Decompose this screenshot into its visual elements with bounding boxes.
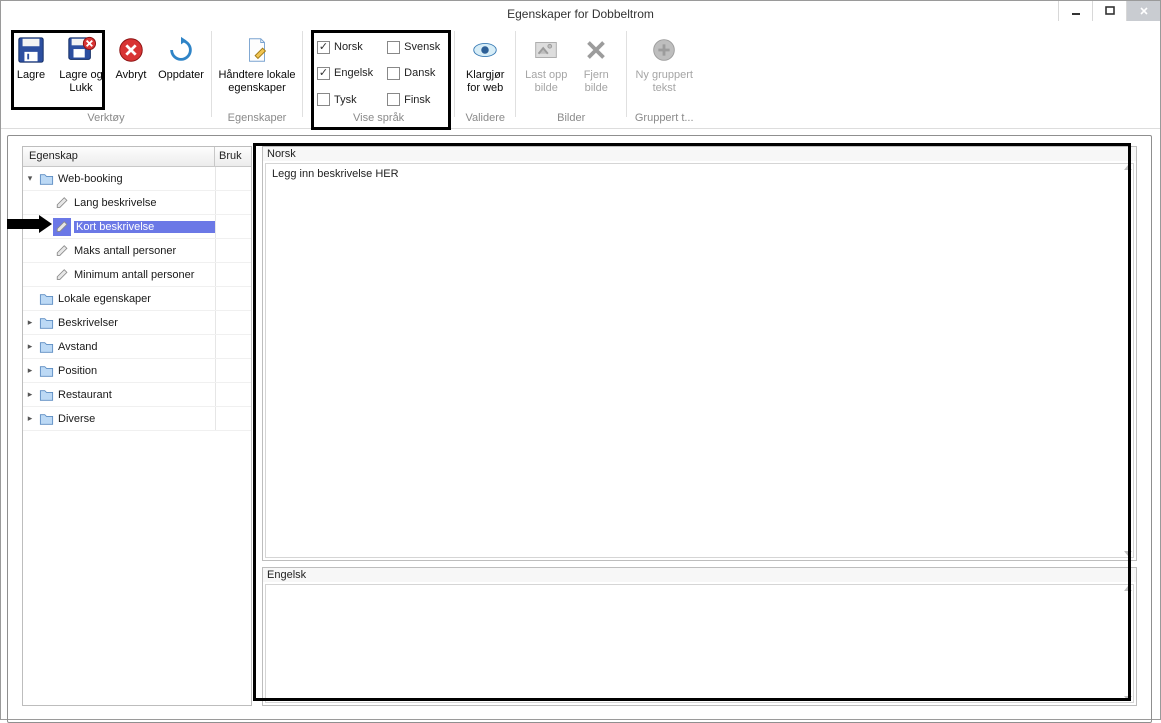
folder-icon (37, 170, 55, 188)
save-button[interactable]: Lagre (7, 31, 55, 112)
tree-node-web-booking[interactable]: ▾ Web-booking (23, 167, 251, 191)
property-tree: Egenskap Bruk ▾ Web-booking Lang beskriv… (22, 146, 252, 706)
floppy-close-icon (64, 33, 98, 67)
checkbox-icon (317, 67, 330, 80)
folder-icon (37, 338, 55, 356)
collapse-icon[interactable]: ▾ (23, 173, 37, 184)
eye-icon (468, 33, 502, 67)
cancel-button[interactable]: Avbryt (107, 31, 155, 112)
tree-leaf-min-personer[interactable]: Minimum antall personer (23, 263, 251, 287)
ribbon-group-bilder: Last opp bilde Fjern bilde Bilder (518, 31, 624, 128)
floppy-icon (14, 33, 48, 67)
ribbon-group-egenskaper: Håndtere lokale egenskaper Egenskaper (214, 31, 300, 128)
lang-engelsk-checkbox[interactable]: Engelsk (317, 63, 373, 83)
cancel-icon (114, 33, 148, 67)
checkbox-icon (387, 41, 400, 54)
checkbox-icon (317, 93, 330, 106)
expand-icon[interactable]: ▸ (23, 317, 37, 328)
tree-node-avstand[interactable]: ▸ Avstand (23, 335, 251, 359)
minimize-button[interactable] (1058, 1, 1092, 21)
lang-norsk-checkbox[interactable]: Norsk (317, 37, 373, 57)
remove-image-button: Fjern bilde (572, 31, 620, 112)
editor-engelsk-label: Engelsk (263, 568, 1136, 582)
lang-tysk-checkbox[interactable]: Tysk (317, 90, 373, 110)
scroll-indicator (1124, 165, 1132, 556)
tree-header-use: Bruk (215, 147, 251, 166)
expand-icon[interactable]: ▸ (23, 389, 37, 400)
tree-node-diverse[interactable]: ▸ Diverse (23, 407, 251, 431)
save-close-button[interactable]: Lagre og Lukk (57, 31, 105, 112)
tree-header-property: Egenskap (23, 147, 215, 166)
add-icon (647, 33, 681, 67)
checkbox-icon (387, 67, 400, 80)
pencil-icon (53, 194, 71, 212)
ribbon: Lagre Lagre og Lukk Avbryt Oppdater Verk… (1, 27, 1160, 129)
editor-norsk-textarea[interactable]: Legg inn beskrivelse HER (263, 161, 1136, 560)
pencil-icon (53, 266, 71, 284)
tree-node-position[interactable]: ▸ Position (23, 359, 251, 383)
scroll-indicator (1124, 586, 1132, 702)
tree-leaf-maks-personer[interactable]: Maks antall personer (23, 239, 251, 263)
ribbon-group-languages: Norsk Svensk Engelsk Dansk Tysk Finsk Vi… (305, 31, 452, 128)
upload-image-button: Last opp bilde (522, 31, 570, 112)
lang-svensk-checkbox[interactable]: Svensk (387, 37, 440, 57)
update-button[interactable]: Oppdater (157, 31, 205, 112)
folder-icon (37, 314, 55, 332)
expand-icon[interactable]: ▸ (23, 413, 37, 424)
expand-icon[interactable]: ▸ (23, 341, 37, 352)
folder-icon (37, 386, 55, 404)
editor-norsk-label: Norsk (263, 147, 1136, 161)
ribbon-group-gruppert: Ny gruppert tekst Gruppert t... (629, 31, 699, 128)
checkbox-icon (387, 93, 400, 106)
tree-leaf-kort-beskrivelse[interactable]: Kort beskrivelse (23, 215, 251, 239)
ribbon-group-validere: Klargjør for web Validere (457, 31, 513, 128)
folder-icon (37, 410, 55, 428)
remove-icon (579, 33, 613, 67)
tree-leaf-lang-beskrivelse[interactable]: Lang beskrivelse (23, 191, 251, 215)
prepare-web-button[interactable]: Klargjør for web (461, 31, 509, 112)
title-bar: Egenskaper for Dobbeltrom (1, 1, 1160, 27)
editor-engelsk-textarea[interactable] (263, 582, 1136, 706)
tree-node-lokale[interactable]: Lokale egenskaper (23, 287, 251, 311)
pencil-icon (53, 218, 71, 236)
editor-engelsk: Engelsk (262, 567, 1137, 707)
lang-finsk-checkbox[interactable]: Finsk (387, 90, 440, 110)
refresh-icon (164, 33, 198, 67)
tree-node-restaurant[interactable]: ▸ Restaurant (23, 383, 251, 407)
tree-node-beskrivelser[interactable]: ▸ Beskrivelser (23, 311, 251, 335)
window-title: Egenskaper for Dobbeltrom (507, 7, 654, 21)
editor-norsk: Norsk Legg inn beskrivelse HER (262, 146, 1137, 561)
maximize-button[interactable] (1092, 1, 1126, 21)
manage-local-button[interactable]: Håndtere lokale egenskaper (218, 31, 296, 112)
ribbon-group-verktoy: Lagre Lagre og Lukk Avbryt Oppdater Verk… (3, 31, 209, 128)
expand-icon[interactable]: ▸ (23, 365, 37, 376)
lang-dansk-checkbox[interactable]: Dansk (387, 63, 440, 83)
folder-icon (37, 290, 55, 308)
pencil-icon (53, 242, 71, 260)
folder-icon (37, 362, 55, 380)
new-grouped-text-button: Ny gruppert tekst (633, 31, 695, 112)
document-edit-icon (240, 33, 274, 67)
checkbox-icon (317, 41, 330, 54)
upload-image-icon (529, 33, 563, 67)
close-button[interactable] (1126, 1, 1160, 21)
